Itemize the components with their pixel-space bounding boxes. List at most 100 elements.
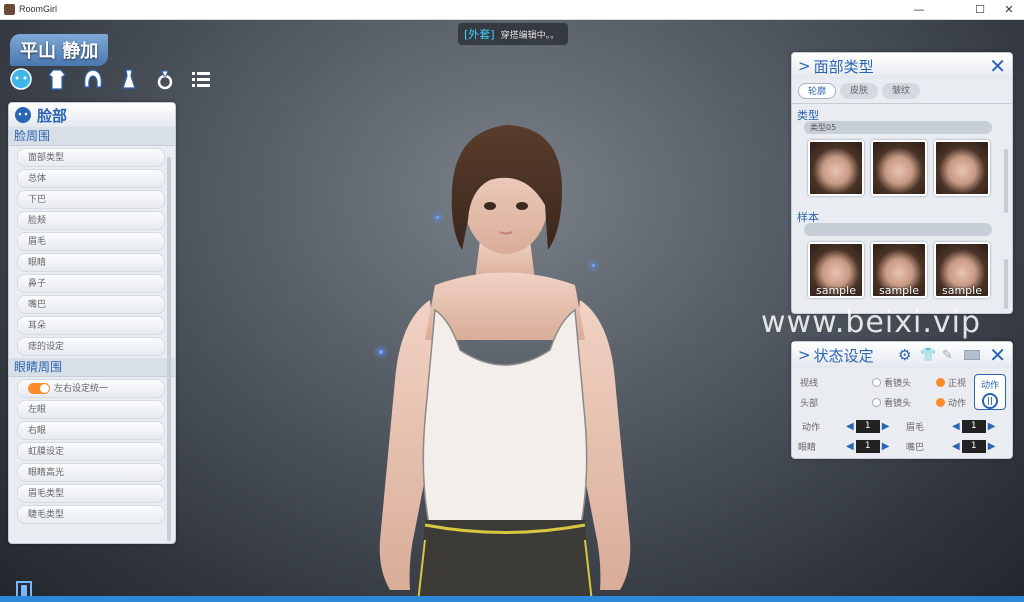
gaze-row: 视线 看镜头 正视	[800, 374, 970, 391]
stepper-value: 1	[961, 420, 986, 433]
head-camera-radio[interactable]	[872, 398, 881, 407]
maximize-button[interactable]: ☐	[965, 2, 995, 18]
increment-arrow-icon[interactable]: ▶	[882, 441, 890, 452]
panel-title: 状态设定	[813, 346, 874, 365]
character-viewport[interactable]: [外套] 穿搭编辑中。。 平山 静加 脸部 脸周围 面部类型 总体 下巴 脸颊 眉…	[0, 20, 1024, 602]
sample-thumbnail[interactable]: sample	[934, 242, 990, 298]
section-header: 脸周围	[9, 127, 175, 146]
panel-header: > 面部类型 ✕	[792, 53, 1012, 79]
clothes-icon[interactable]	[116, 66, 142, 92]
sample-thumbnail[interactable]: sample	[808, 242, 864, 298]
gear-icon[interactable]: ⚙	[898, 346, 911, 364]
action-pause-button[interactable]: 动作 ||	[974, 374, 1006, 410]
decrement-arrow-icon[interactable]: ◀	[846, 441, 854, 452]
menu-item[interactable]: 下巴	[17, 190, 165, 209]
shirt-icon[interactable]: 👕	[920, 348, 936, 363]
list-icon[interactable]	[188, 66, 214, 92]
watermark: www.beixi.vip	[761, 305, 981, 340]
increment-arrow-icon[interactable]: ▶	[988, 421, 996, 432]
increment-arrow-icon[interactable]: ▶	[988, 441, 996, 452]
character-model[interactable]	[340, 120, 670, 602]
menu-item[interactable]: 嘴巴	[17, 295, 165, 314]
menu-item[interactable]: 面部类型	[17, 148, 165, 167]
type-dropdown[interactable]: 类型05	[804, 121, 992, 134]
state-settings-panel: > 状态设定 ⚙ 👕 ✎ ✕ 视线 看镜头 正视 头部 看镜头 动作 动作 ||…	[791, 341, 1013, 459]
decrement-arrow-icon[interactable]: ◀	[952, 421, 960, 432]
menu-item[interactable]: 耳朵	[17, 316, 165, 335]
symmetry-toggle-item[interactable]: 左右设定统一	[17, 379, 165, 398]
window-titlebar: RoomGirl — ☐ ✕	[0, 0, 1024, 20]
gaze-front-radio[interactable]	[936, 378, 945, 387]
face-type-panel: > 面部类型 ✕ 轮廓 皮肤 皱纹 类型 类型05 样本 sample samp…	[791, 52, 1013, 314]
tab-contour[interactable]: 轮廓	[798, 83, 836, 99]
sample-thumbnail[interactable]: sample	[871, 242, 927, 298]
close-window-button[interactable]: ✕	[994, 2, 1024, 18]
tab-skin[interactable]: 皮肤	[840, 83, 878, 99]
face-thumbnail[interactable]	[808, 140, 864, 196]
accessory-icon[interactable]	[152, 66, 178, 92]
face-thumbnail[interactable]	[934, 140, 990, 196]
menu-item[interactable]: 眼睛高光	[17, 463, 165, 482]
menu-item[interactable]: 虹膜设定	[17, 442, 165, 461]
background-icon[interactable]	[964, 350, 980, 360]
hair-icon[interactable]	[80, 66, 106, 92]
head-label: 头部	[800, 399, 819, 409]
toast-tag: [外套]	[464, 28, 495, 41]
type-label: 类型	[797, 109, 819, 122]
sample-label: 样本	[797, 211, 819, 224]
stepper-row: 眉毛 ◀ 1 ▶	[906, 418, 1006, 435]
stepper-label: 嘴巴	[906, 443, 925, 453]
tab-bar: 轮廓 皮肤 皱纹	[792, 79, 1012, 104]
taskbar-strip	[0, 596, 1024, 602]
scrollbar[interactable]	[1004, 149, 1008, 213]
toggle-switch[interactable]	[28, 383, 50, 394]
tab-wrinkles[interactable]: 皱纹	[882, 83, 920, 99]
window-title: RoomGirl	[19, 4, 58, 14]
menu-item[interactable]: 左眼	[17, 400, 165, 419]
stepper-row: 动作 ◀ 1 ▶	[802, 418, 902, 435]
decrement-arrow-icon[interactable]: ◀	[846, 421, 854, 432]
menu-item[interactable]: 总体	[17, 169, 165, 188]
scrollbar[interactable]	[1004, 259, 1008, 309]
app-icon	[4, 4, 15, 15]
stepper-label: 眼睛	[798, 443, 817, 453]
menu-item[interactable]: 睫毛类型	[17, 505, 165, 524]
head-row: 头部 看镜头 动作	[800, 394, 970, 411]
menu-item[interactable]: 眼睛	[17, 253, 165, 272]
stepper-value: 1	[855, 440, 880, 453]
menu-item[interactable]: 眉毛类型	[17, 484, 165, 503]
close-icon[interactable]: ✕	[989, 54, 1006, 78]
minimize-button[interactable]: —	[904, 2, 934, 18]
menu-item[interactable]: 鼻子	[17, 274, 165, 293]
status-toast: [外套] 穿搭编辑中。。	[458, 23, 568, 45]
stepper-value: 1	[855, 420, 880, 433]
chevron-right-icon: >	[798, 346, 811, 364]
increment-arrow-icon[interactable]: ▶	[882, 421, 890, 432]
sample-dropdown[interactable]	[804, 223, 992, 236]
brush-icon[interactable]: ✎	[942, 348, 953, 363]
menu-item[interactable]: 右眼	[17, 421, 165, 440]
menu-item[interactable]: 痣的设定	[17, 337, 165, 356]
radio-label: 看镜头	[884, 379, 912, 389]
pause-icon: ||	[982, 393, 998, 409]
face-thumbnail[interactable]	[871, 140, 927, 196]
gaze-camera-radio[interactable]	[872, 378, 881, 387]
panel-header: 脸部	[9, 103, 175, 127]
action-label: 动作	[980, 381, 999, 391]
menu-item[interactable]: 眉毛	[17, 232, 165, 251]
toggle-label: 左右设定统一	[54, 384, 109, 394]
scrollbar[interactable]	[167, 157, 171, 541]
stepper-label: 眉毛	[906, 423, 925, 433]
decrement-arrow-icon[interactable]: ◀	[952, 441, 960, 452]
type-thumbnails	[792, 134, 1012, 196]
stepper-value: 1	[961, 440, 986, 453]
panel-header: > 状态设定 ⚙ 👕 ✎ ✕	[792, 342, 1012, 368]
toast-text: 穿搭编辑中。。	[500, 31, 560, 41]
face-settings-panel: 脸部 脸周围 面部类型 总体 下巴 脸颊 眉毛 眼睛 鼻子 嘴巴 耳朵 痣的设定…	[8, 102, 176, 544]
head-action-radio[interactable]	[936, 398, 945, 407]
panel-title: 脸部	[37, 106, 68, 125]
face-icon[interactable]	[8, 66, 34, 92]
close-icon[interactable]: ✕	[989, 343, 1006, 367]
menu-item[interactable]: 脸颊	[17, 211, 165, 230]
body-icon[interactable]	[44, 66, 70, 92]
